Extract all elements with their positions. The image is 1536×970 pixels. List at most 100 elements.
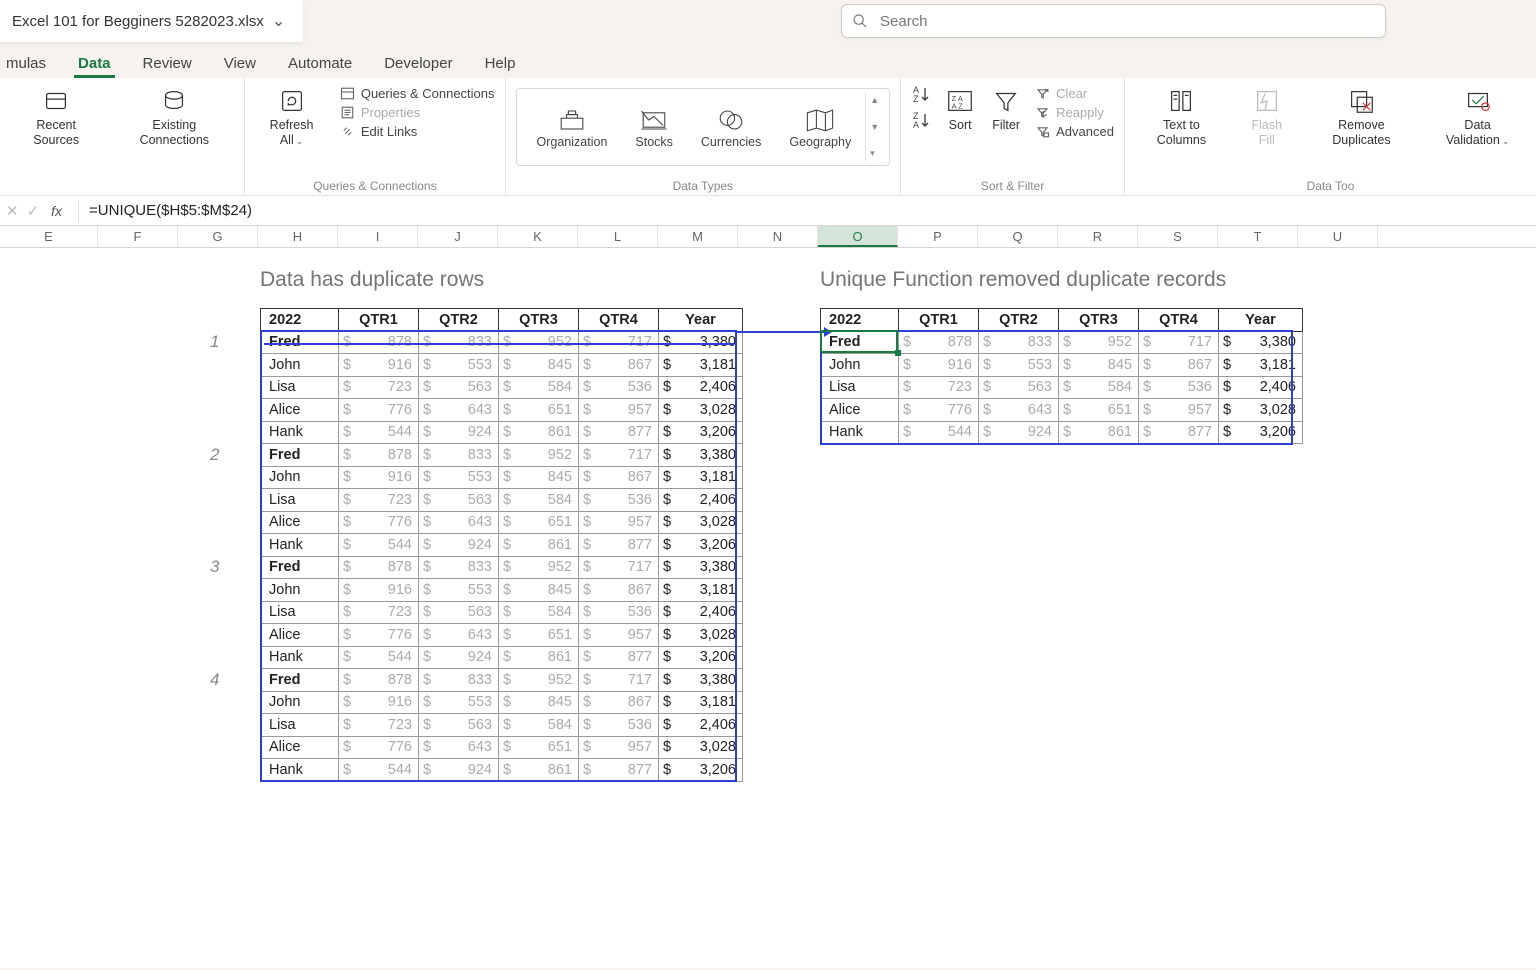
cell-name: Alice	[261, 624, 339, 647]
table-row: Fred$878$833$952$717$3,380	[261, 556, 743, 579]
recent-sources-label: Recent Sources	[12, 118, 100, 148]
search-box[interactable]	[841, 4, 1386, 38]
ribbon-tabs: mulas Data Review View Automate Developer Help	[0, 42, 1536, 78]
col-K[interactable]: K	[498, 226, 578, 247]
filter-label: Filter	[992, 118, 1020, 133]
col-L[interactable]: L	[578, 226, 658, 247]
col-T[interactable]: T	[1218, 226, 1298, 247]
cell-name: John	[261, 579, 339, 602]
sort-asc-icon[interactable]: AZ	[911, 84, 931, 104]
tab-data[interactable]: Data	[74, 49, 115, 78]
formula-input[interactable]	[79, 202, 1536, 219]
column-headers[interactable]: EFGHIJKLMNOPQRSTU	[0, 226, 1536, 248]
tab-developer[interactable]: Developer	[380, 49, 456, 78]
group-label-qc: Queries & Connections	[255, 177, 494, 193]
cell-name: Hank	[261, 421, 339, 444]
existing-connections-button[interactable]: Existing Connections	[114, 84, 234, 150]
col-H[interactable]: H	[258, 226, 338, 247]
gallery-up-icon[interactable]: ▲	[866, 93, 883, 107]
tab-automate[interactable]: Automate	[284, 49, 356, 78]
table-row: Fred$878$833$952$717$3,380	[261, 444, 743, 467]
col-J[interactable]: J	[418, 226, 498, 247]
refresh-all-button[interactable]: Refresh All⌄	[255, 84, 328, 150]
text-to-columns-button[interactable]: Text to Columns	[1135, 84, 1228, 150]
edit-links-button[interactable]: Edit Links	[340, 124, 495, 139]
table-row: Alice$776$643$651$957$3,028	[821, 399, 1303, 422]
table-row: Hank$544$924$861$877$3,206	[821, 421, 1303, 444]
cancel-icon[interactable]: ✕	[6, 202, 19, 220]
geography-button[interactable]: Geography	[775, 105, 865, 149]
row-group-label: 1	[210, 332, 219, 352]
cell-name: Alice	[261, 399, 339, 422]
remove-duplicates-button[interactable]: Remove Duplicates	[1306, 84, 1418, 150]
tab-mulas[interactable]: mulas	[2, 49, 50, 78]
gallery-more-icon[interactable]: ▾	[866, 146, 883, 161]
clear-button[interactable]: Clear	[1035, 86, 1114, 101]
tab-view[interactable]: View	[220, 49, 260, 78]
table-row: Lisa$723$563$584$536$2,406	[261, 489, 743, 512]
header-2022: 2022	[821, 309, 899, 332]
right-section-title: Unique Function removed duplicate record…	[820, 268, 1226, 292]
group-label-sf: Sort & Filter	[911, 177, 1114, 193]
header-QTR4: QTR4	[579, 309, 659, 332]
header-QTR3: QTR3	[499, 309, 579, 332]
filter-button[interactable]: Filter	[989, 84, 1023, 135]
data-validation-button[interactable]: Data Validation⌄	[1429, 84, 1526, 150]
organization-button[interactable]: Organization	[523, 105, 622, 149]
search-icon	[852, 13, 868, 29]
advanced-button[interactable]: Advanced	[1035, 124, 1114, 139]
table-row: Hank$544$924$861$877$3,206	[261, 646, 743, 669]
table-row: John$916$553$845$867$3,181	[821, 354, 1303, 377]
col-I[interactable]: I	[338, 226, 418, 247]
fx-icon[interactable]: fx	[47, 203, 66, 219]
col-Q[interactable]: Q	[978, 226, 1058, 247]
left-table: 2022QTR1QTR2QTR3QTR4YearFred$878$833$952…	[260, 308, 743, 782]
cell-name: Fred	[261, 444, 339, 467]
tab-review[interactable]: Review	[139, 49, 196, 78]
formula-bar: ✕ ✓ fx	[0, 196, 1536, 226]
reapply-button[interactable]: Reapply	[1035, 105, 1114, 120]
search-input[interactable]	[878, 12, 1375, 31]
ribbon: Recent Sources Existing Connections Refr…	[0, 78, 1536, 196]
col-E[interactable]: E	[0, 226, 98, 247]
col-P[interactable]: P	[898, 226, 978, 247]
col-O[interactable]: O	[818, 226, 898, 247]
col-G[interactable]: G	[178, 226, 258, 247]
flash-fill-button[interactable]: Flash Fill	[1240, 84, 1294, 150]
right-table: 2022QTR1QTR2QTR3QTR4YearFred$878$833$952…	[820, 308, 1303, 444]
col-R[interactable]: R	[1058, 226, 1138, 247]
gallery-down-icon[interactable]: ▼	[866, 120, 883, 134]
sort-button[interactable]: Z AA Z Sort	[943, 84, 977, 135]
currencies-button[interactable]: Currencies	[687, 105, 775, 149]
properties-button[interactable]: Properties	[340, 105, 495, 120]
file-tab[interactable]: Excel 101 for Begginers 5282023.xlsx ⌄	[0, 0, 303, 42]
cell-name: Fred	[261, 669, 339, 692]
data-types-gallery[interactable]: Organization Stocks Currencies Geography…	[516, 88, 891, 166]
stocks-button[interactable]: Stocks	[621, 105, 687, 149]
remove-duplicates-label: Remove Duplicates	[1308, 118, 1416, 148]
worksheet[interactable]: Data has duplicate rows Unique Function …	[0, 248, 1536, 968]
tab-help[interactable]: Help	[481, 49, 520, 78]
col-M[interactable]: M	[658, 226, 738, 247]
queries-connections-button[interactable]: Queries & Connections	[340, 86, 495, 101]
col-F[interactable]: F	[98, 226, 178, 247]
table-row: Alice$776$643$651$957$3,028	[261, 511, 743, 534]
cell-name: Alice	[261, 511, 339, 534]
svg-text:Z: Z	[913, 94, 919, 104]
table-row: Fred$878$833$952$717$3,380	[821, 331, 1303, 354]
recent-sources-button[interactable]: Recent Sources	[10, 84, 102, 150]
col-N[interactable]: N	[738, 226, 818, 247]
cell-name: Fred	[261, 556, 339, 579]
confirm-icon[interactable]: ✓	[27, 202, 40, 220]
table-row: Alice$776$643$651$957$3,028	[261, 399, 743, 422]
row-group-label: 2	[210, 445, 219, 465]
table-row: Hank$544$924$861$877$3,206	[261, 534, 743, 557]
existing-connections-label: Existing Connections	[116, 118, 232, 148]
cell-name: Lisa	[261, 376, 339, 399]
col-S[interactable]: S	[1138, 226, 1218, 247]
chevron-down-icon: ⌄	[272, 11, 285, 31]
col-U[interactable]: U	[1298, 226, 1378, 247]
cell-name: Lisa	[821, 376, 899, 399]
cell-name: Hank	[261, 534, 339, 557]
sort-desc-icon[interactable]: ZA	[911, 110, 931, 130]
